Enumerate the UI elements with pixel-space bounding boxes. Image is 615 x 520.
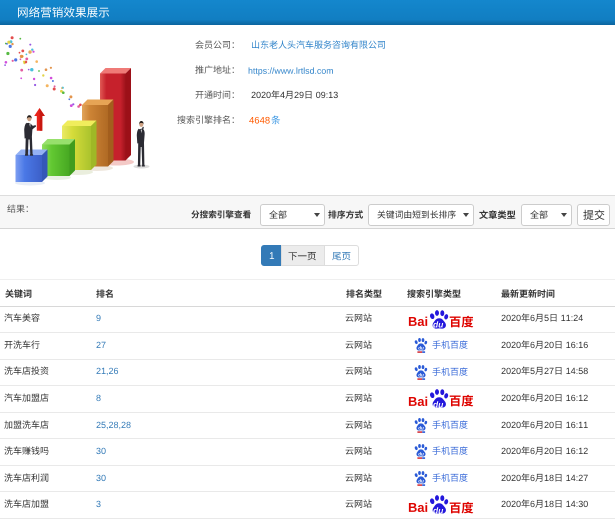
svg-text:du: du [418,478,424,483]
svg-text:du: du [418,372,424,377]
svg-text:du: du [418,425,424,430]
svg-text:du: du [418,451,424,456]
svg-text:du: du [418,345,424,350]
